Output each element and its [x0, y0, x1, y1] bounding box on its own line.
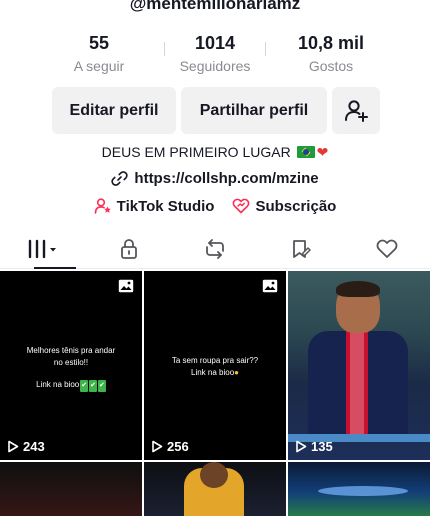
share-profile-button[interactable]: Partilhar perfil — [181, 87, 327, 134]
video-grid: Melhores tênis pra andar no estilo!! Lin… — [0, 271, 430, 516]
tab-videos[interactable] — [0, 229, 86, 269]
check-emoji-icon: ✔ — [98, 380, 106, 392]
video-thumbnail[interactable]: 135 — [288, 271, 430, 460]
video-caption: Link na bioo — [36, 380, 80, 389]
subscription-icon — [233, 198, 250, 214]
play-icon — [152, 440, 163, 453]
profile-stats: 55 A seguir 1014 Seguidores 10,8 mil Gos… — [0, 32, 430, 76]
play-icon — [296, 440, 307, 453]
tab-reposts[interactable] — [172, 229, 258, 268]
tab-private[interactable] — [86, 229, 172, 268]
video-caption: Link na bioo — [191, 368, 235, 377]
stat-followers-value: 1014 — [194, 33, 236, 53]
add-user-icon — [345, 99, 368, 122]
stat-likes-value: 10,8 mil — [297, 33, 365, 53]
subscription-link[interactable]: Subscrição — [232, 197, 336, 215]
emoji-icon: ● — [234, 368, 239, 377]
brazil-flag-icon — [296, 146, 315, 158]
red-heart-icon: ❤ — [316, 144, 329, 160]
profile-link[interactable]: https://collshp.com/mzine — [0, 170, 430, 187]
studio-icon — [94, 198, 111, 214]
edit-profile-button[interactable]: Editar perfil — [52, 87, 176, 134]
video-caption: Melhores tênis pra andar — [26, 346, 116, 355]
view-count: 243 — [7, 439, 45, 454]
profile-actions: Editar perfil Partilhar perfil — [52, 87, 380, 134]
view-count-value: 243 — [23, 439, 45, 454]
lock-icon — [121, 238, 137, 259]
grid-icon — [28, 239, 56, 258]
creator-tools: TikTok Studio Subscrição — [0, 197, 430, 215]
tab-liked[interactable] — [344, 229, 430, 268]
tab-saved[interactable] — [258, 229, 344, 268]
video-thumbnail[interactable]: Melhores tênis pra andar no estilo!! Lin… — [0, 271, 142, 460]
photo-post-icon — [262, 279, 278, 293]
stat-following-label: A seguir — [73, 58, 125, 74]
stat-likes[interactable]: 10,8 mil Gostos — [266, 32, 396, 76]
check-emoji-icon: ✔ — [89, 380, 98, 392]
view-count-value: 135 — [311, 439, 333, 454]
view-count-value: 256 — [167, 439, 189, 454]
stat-following[interactable]: 55 A seguir — [34, 32, 164, 76]
stat-following-value: 55 — [88, 33, 110, 53]
video-thumbnail[interactable] — [144, 462, 286, 516]
profile-username: @mentemilionariamz — [129, 0, 301, 13]
profile-link-text[interactable]: https://collshp.com/mzine — [134, 170, 318, 187]
video-caption: Ta sem roupa pra sair?? — [171, 356, 259, 365]
stat-followers[interactable]: 1014 Seguidores — [165, 32, 265, 76]
bio-text: DEUS EM PRIMEIRO LUGAR — [101, 144, 291, 160]
repost-icon — [206, 238, 224, 259]
video-thumbnail[interactable] — [0, 462, 142, 516]
check-emoji-icon: ✔ — [80, 380, 89, 392]
video-thumbnail[interactable]: Ta sem roupa pra sair?? Link na bioo● 25… — [144, 271, 286, 460]
subscription-label: Subscrição — [255, 197, 337, 215]
heart-icon — [376, 239, 398, 258]
photo-post-icon — [118, 279, 134, 293]
profile-bio: DEUS EM PRIMEIRO LUGAR ❤ — [0, 144, 430, 161]
link-icon — [111, 171, 129, 186]
view-count: 135 — [295, 439, 333, 454]
add-friend-button[interactable] — [332, 87, 380, 134]
video-thumbnail[interactable] — [288, 462, 430, 516]
tiktok-studio-link[interactable]: TikTok Studio — [94, 197, 215, 215]
bookmark-icon — [293, 239, 311, 258]
video-caption: no estilo!! — [53, 358, 89, 367]
view-count: 256 — [151, 439, 189, 454]
thumbnail-image — [318, 486, 408, 496]
profile-tabs — [0, 229, 430, 269]
play-icon — [8, 440, 19, 453]
stat-followers-label: Seguidores — [179, 58, 251, 74]
stat-likes-label: Gostos — [308, 58, 354, 74]
tiktok-studio-label: TikTok Studio — [116, 197, 215, 215]
